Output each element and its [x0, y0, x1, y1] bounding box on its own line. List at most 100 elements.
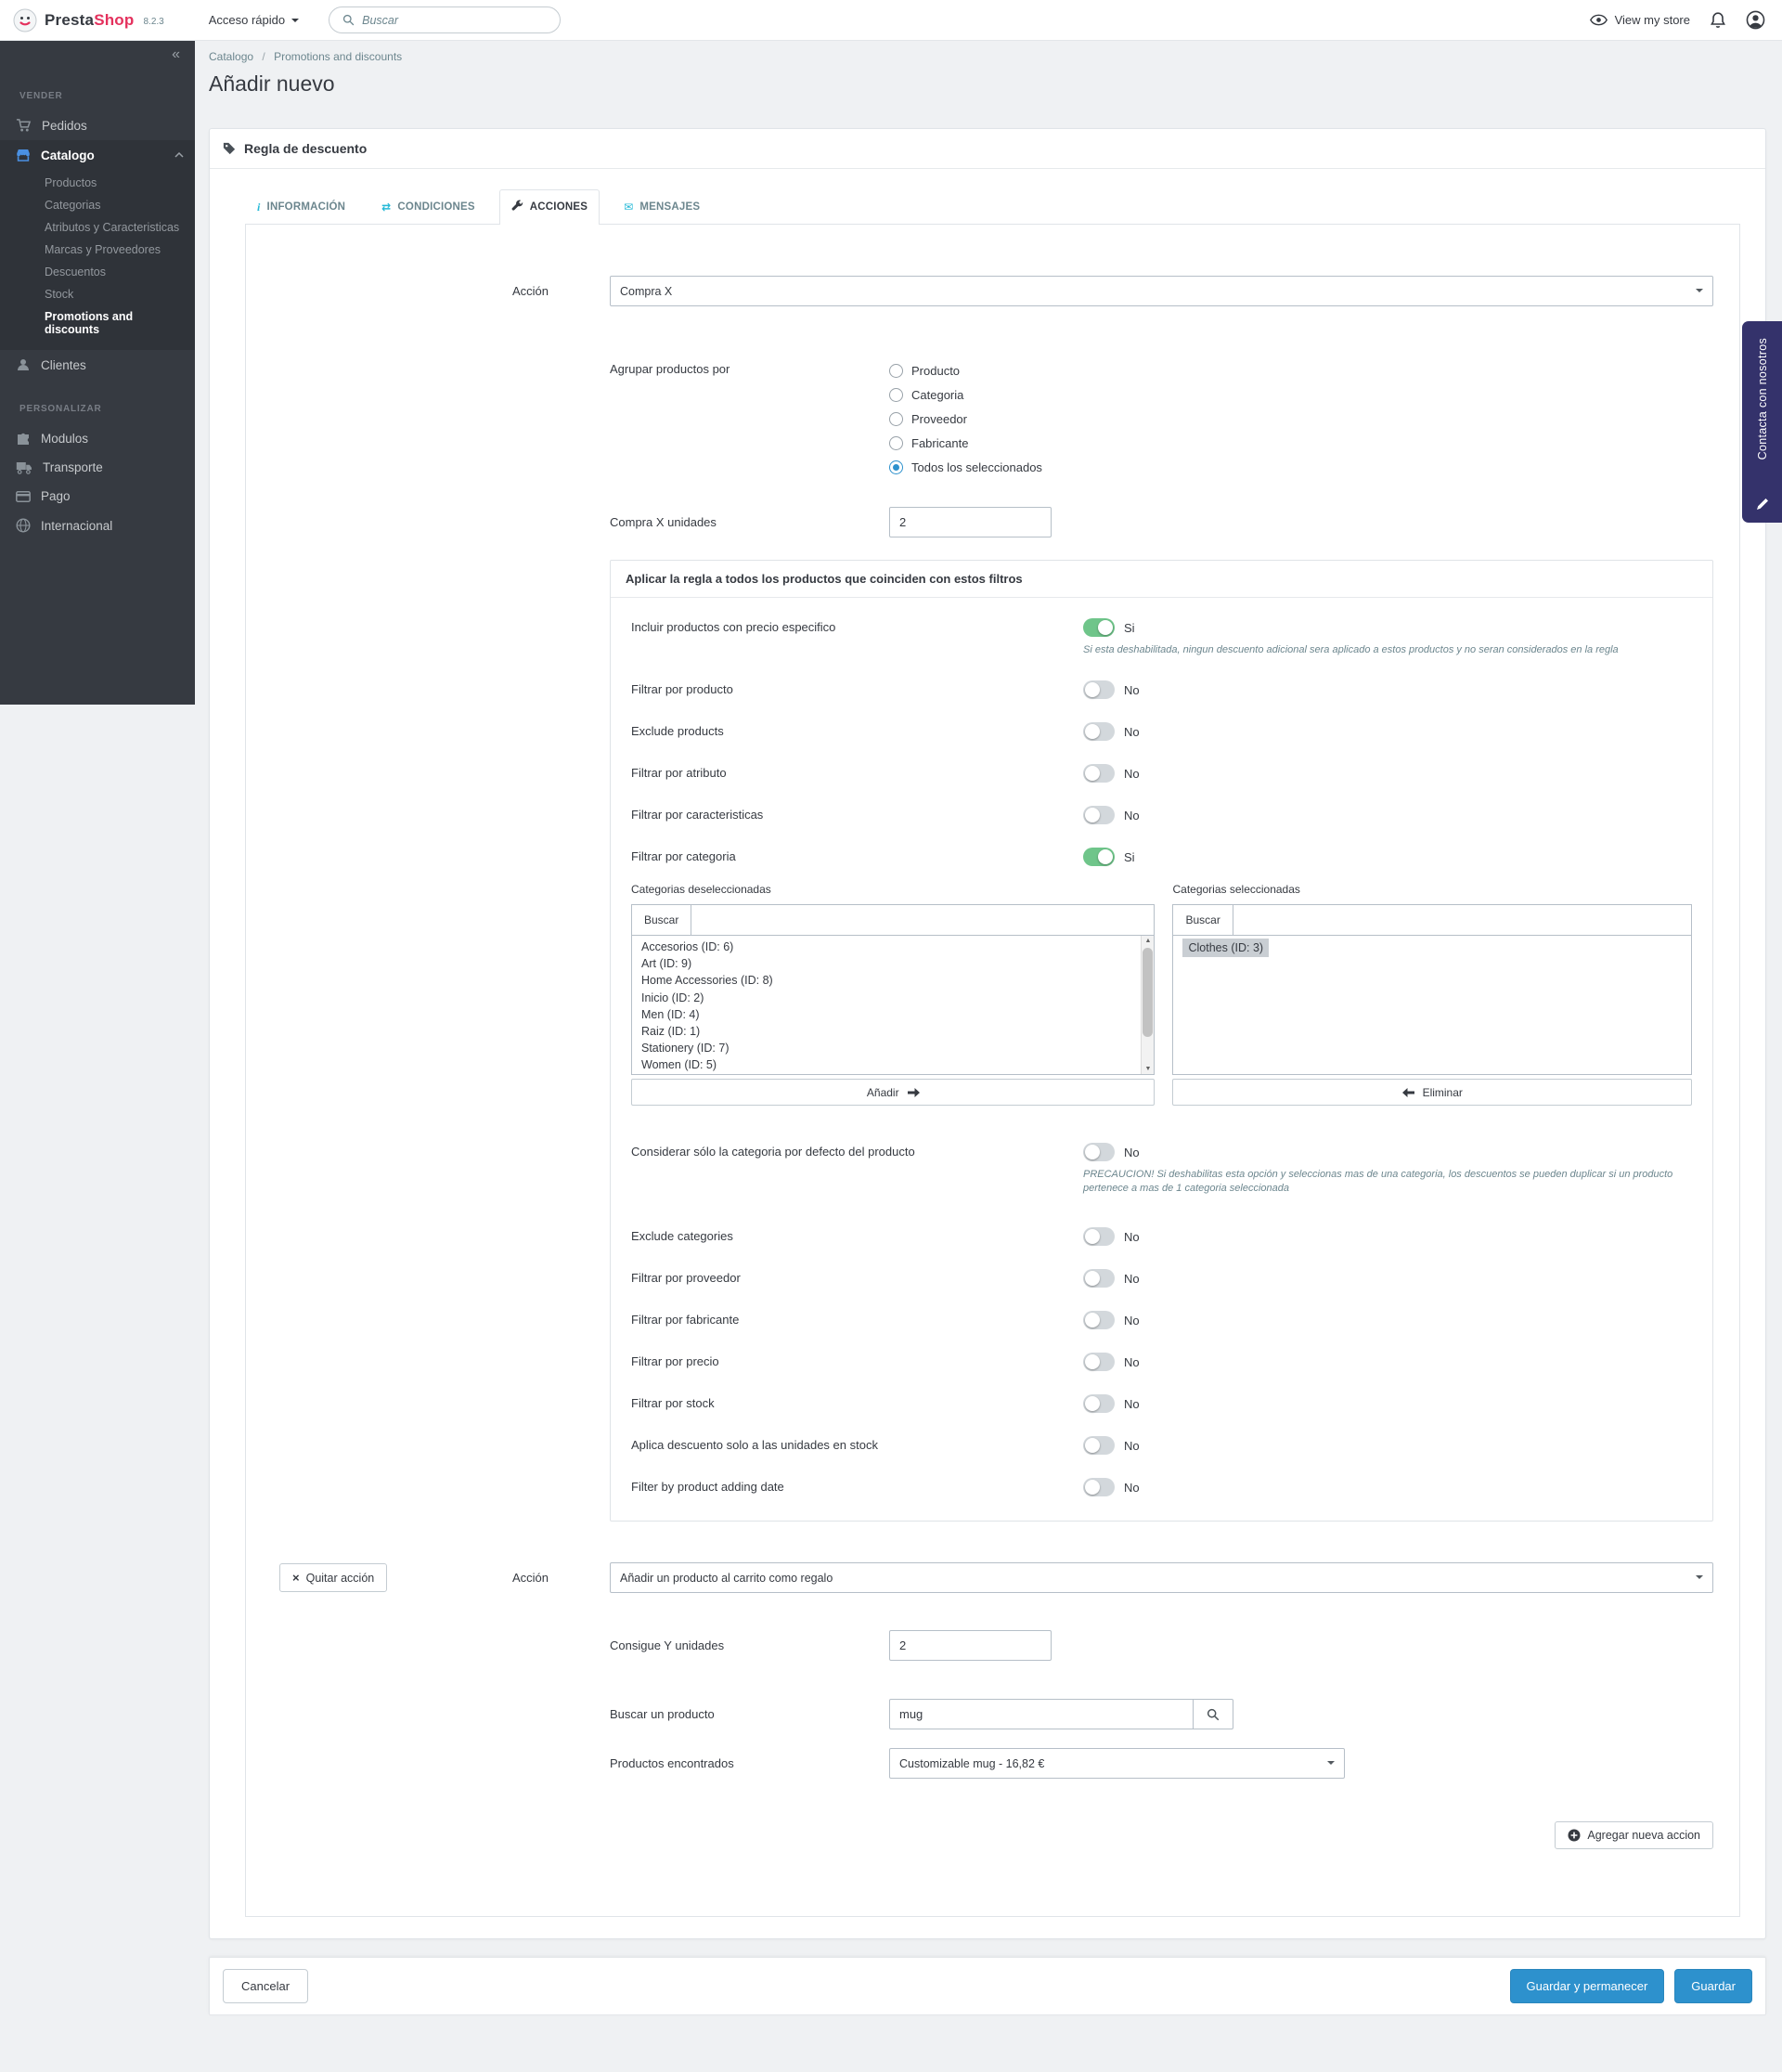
customers-icon — [18, 359, 29, 370]
tab-condiciones[interactable]: ⇄ CONDICIONES — [369, 189, 487, 224]
notifications-bell[interactable] — [1711, 11, 1725, 29]
view-store-link[interactable]: View my store — [1589, 13, 1690, 27]
sidebar-item-catalogo[interactable]: Catalogo — [0, 140, 195, 170]
scroll-up-icon[interactable]: ▲ — [1142, 938, 1154, 944]
toggle-filter-supplier[interactable] — [1083, 1269, 1115, 1288]
breadcrumb-catalogo[interactable]: Catalogo — [209, 50, 253, 63]
account-menu[interactable] — [1746, 10, 1765, 30]
product-search-button[interactable] — [1193, 1699, 1233, 1729]
remove-category-button[interactable]: Eliminar — [1172, 1079, 1692, 1106]
collapse-sidebar-icon[interactable]: « — [172, 46, 180, 62]
products-found-row: Productos encontrados Customizable mug -… — [610, 1748, 1713, 1779]
contact-us-tab[interactable]: Contacta con nosotros — [1742, 321, 1782, 523]
category-option[interactable]: Men (ID: 4) — [632, 1006, 1154, 1023]
sidebar-item-clientes[interactable]: Clientes — [0, 350, 195, 380]
category-option-selected[interactable]: Clothes (ID: 3) — [1173, 939, 1691, 958]
modules-icon — [18, 433, 29, 445]
selected-search-input[interactable] — [1232, 904, 1692, 936]
toggle-default-category[interactable] — [1083, 1143, 1115, 1161]
action2-select[interactable]: Añadir un producto al carrito como regal… — [610, 1562, 1713, 1593]
sidebar-item-marcas[interactable]: Marcas y Proveedores — [0, 239, 195, 261]
toggle-filter-manufacturer[interactable] — [1083, 1311, 1115, 1329]
category-option[interactable]: Stationery (ID: 7) — [632, 1040, 1154, 1056]
sidebar-section-customize: PERSONALIZAR — [19, 404, 102, 414]
view-store-label: View my store — [1614, 13, 1690, 27]
buy-x-input[interactable] — [889, 507, 1052, 537]
cancel-button[interactable]: Cancelar — [223, 1969, 309, 2003]
sidebar-item-descuentos[interactable]: Descuentos — [0, 261, 195, 283]
sidebar-item-productos[interactable]: Productos — [0, 172, 195, 194]
topbar-right: View my store — [1589, 10, 1765, 30]
envelope-icon: ✉ — [624, 201, 634, 214]
sidebar-item-stock[interactable]: Stock — [0, 283, 195, 305]
filter-row-price: Filtrar por precio No — [611, 1353, 1712, 1371]
action1-select[interactable]: Compra X — [610, 276, 1713, 306]
toggle-filter-stock[interactable] — [1083, 1394, 1115, 1413]
header-search-input[interactable] — [362, 13, 548, 27]
scrollbar-thumb[interactable] — [1143, 948, 1154, 1037]
product-search-input[interactable] — [889, 1699, 1194, 1729]
category-option[interactable]: Home Accessories (ID: 8) — [632, 972, 1154, 989]
quick-access-menu[interactable]: Acceso rápido — [209, 13, 300, 27]
category-option[interactable]: Raiz (ID: 1) — [632, 1023, 1154, 1040]
tab-acciones[interactable]: ACCIONES — [498, 189, 600, 225]
toggle-adding-date[interactable] — [1083, 1478, 1115, 1496]
remove-action-button[interactable]: × Quitar acción — [279, 1563, 388, 1592]
toggle-filter-category[interactable] — [1083, 848, 1115, 866]
tab-mensajes[interactable]: ✉ MENSAJES — [612, 189, 712, 224]
sidebar-item-categorias[interactable]: Categorias — [0, 194, 195, 216]
sidebar-item-transporte[interactable]: Transporte — [0, 453, 195, 482]
product-search-label: Buscar un producto — [610, 1707, 715, 1721]
group-by-options: Producto Categoria Proveedor Fabricante … — [889, 358, 1042, 479]
sidebar-item-pedidos[interactable]: Pedidos — [0, 110, 195, 140]
toggle-specific-price[interactable] — [1083, 618, 1115, 637]
arrow-right-icon — [907, 1087, 920, 1097]
toggle-filter-features[interactable] — [1083, 806, 1115, 824]
add-category-button[interactable]: Añadir — [631, 1079, 1156, 1106]
sidebar-item-internacional[interactable]: Internacional — [0, 511, 195, 540]
category-option[interactable]: Art (ID: 9) — [632, 955, 1154, 972]
toggle-stock-units[interactable] — [1083, 1436, 1115, 1455]
chevron-up-icon — [174, 152, 184, 158]
radio-todos[interactable]: Todos los seleccionados — [889, 455, 1042, 479]
group-by-row: Agrupar productos por Producto Categoria… — [610, 358, 1713, 479]
sidebar-item-pago[interactable]: Pago — [0, 482, 195, 511]
unselected-search-input[interactable] — [691, 904, 1156, 936]
tag-icon — [223, 142, 236, 155]
get-y-label: Consigue Y unidades — [610, 1638, 725, 1652]
catalog-submenu: Productos Categorias Atributos y Caracte… — [0, 170, 195, 350]
category-option[interactable]: Women (ID: 5) — [632, 1056, 1154, 1073]
sidebar-item-atributos[interactable]: Atributos y Caracteristicas — [0, 216, 195, 239]
header-search[interactable] — [329, 6, 562, 33]
tab-informacion[interactable]: i INFORMACIÓN — [245, 189, 357, 224]
version-label: 8.2.3 — [143, 17, 164, 27]
toggle-filter-product[interactable] — [1083, 680, 1115, 699]
sidebar-item-modulos[interactable]: Modulos — [0, 423, 195, 453]
save-button[interactable]: Guardar — [1674, 1969, 1752, 2003]
shuffle-icon: ⇄ — [381, 201, 392, 214]
unselected-search-group: Buscar — [631, 904, 1156, 936]
toggle-exclude-categories[interactable] — [1083, 1227, 1115, 1246]
sidebar-item-promotions[interactable]: Promotions and discounts — [0, 305, 195, 341]
toggle-filter-attribute[interactable] — [1083, 764, 1115, 783]
brand-name: PrestaShop — [45, 10, 135, 29]
products-found-select[interactable]: Customizable mug - 16,82 € — [889, 1748, 1345, 1779]
toggle-exclude-products[interactable] — [1083, 722, 1115, 741]
selected-categories-column: Categorias seleccionadas Buscar Clothes … — [1172, 883, 1692, 1106]
orders-icon — [16, 119, 32, 132]
save-and-stay-button[interactable]: Guardar y permanecer — [1509, 1969, 1665, 2003]
list-scrollbar[interactable]: ▲ ▼ — [1141, 936, 1155, 1074]
category-option[interactable]: Inicio (ID: 2) — [632, 990, 1154, 1006]
radio-fabricante[interactable]: Fabricante — [889, 431, 1042, 455]
filter-row-stock: Filtrar por stock No — [611, 1394, 1712, 1413]
radio-categoria[interactable]: Categoria — [889, 382, 1042, 407]
radio-producto[interactable]: Producto — [889, 358, 1042, 382]
radio-proveedor[interactable]: Proveedor — [889, 407, 1042, 431]
category-option[interactable]: Accesorios (ID: 6) — [632, 939, 1154, 955]
scroll-down-icon[interactable]: ▼ — [1142, 1066, 1154, 1072]
toggle-filter-price[interactable] — [1083, 1353, 1115, 1371]
unselected-categories-label: Categorias deseleccionadas — [631, 883, 771, 896]
get-y-input[interactable] — [889, 1630, 1052, 1661]
prestashop-brand[interactable]: PrestaShop 8.2.3 — [13, 8, 164, 32]
add-new-action-button[interactable]: Agregar nueva accion — [1555, 1821, 1713, 1849]
